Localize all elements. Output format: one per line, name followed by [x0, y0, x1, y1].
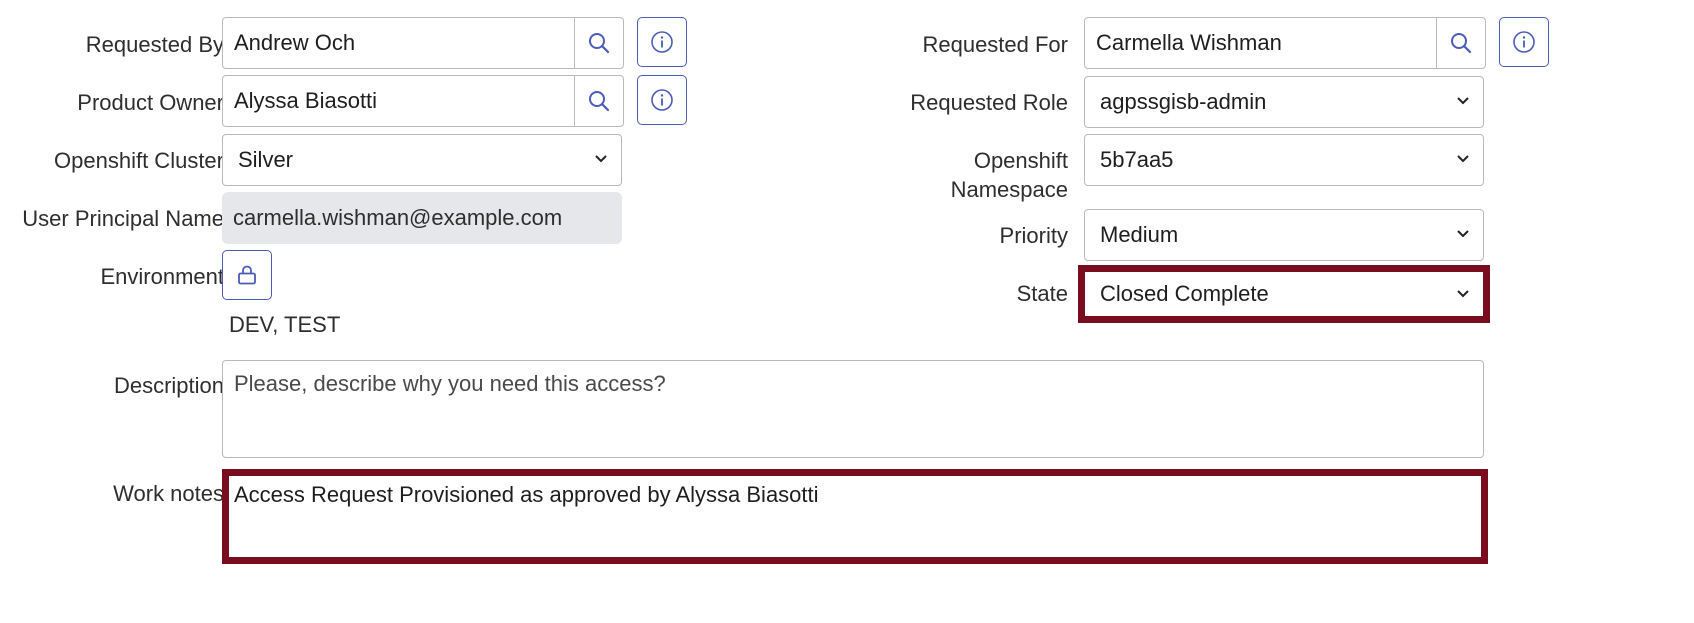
product-owner-label: Product Owner: [77, 90, 224, 115]
environment-value: DEV, TEST: [229, 312, 341, 337]
environment-label: Environment: [100, 264, 224, 289]
openshift-namespace-label: Openshift Namespace: [950, 148, 1068, 202]
state-label: State: [1016, 281, 1068, 306]
product-owner-input[interactable]: Alyssa Biasotti: [222, 75, 576, 127]
info-icon: [651, 31, 673, 53]
description-label: Description: [113, 373, 224, 398]
state-value: Closed Complete: [1100, 281, 1269, 306]
search-icon: [1451, 33, 1472, 54]
work-notes-value: Access Request Provisioned as approved b…: [234, 482, 819, 507]
requested-role-value: agpssgisb-admin: [1100, 89, 1267, 114]
openshift-namespace-value: 5b7aa5: [1100, 147, 1174, 172]
requested-for-info-button[interactable]: [1499, 17, 1549, 67]
search-icon: [589, 91, 610, 112]
openshift-namespace-select[interactable]: 5b7aa5: [1084, 134, 1484, 186]
chevron-down-icon: [1457, 155, 1469, 163]
work-notes-label: Work notes: [113, 481, 224, 506]
description-textarea[interactable]: Please, describe why you need this acces…: [222, 360, 1484, 458]
requested-for-label: Requested For: [922, 32, 1068, 57]
requested-by-lookup-button[interactable]: [574, 17, 624, 69]
chevron-down-icon: [1457, 97, 1469, 105]
user-principal-name-field: carmella.wishman@example.com: [222, 192, 622, 244]
product-owner-lookup-button[interactable]: [574, 75, 624, 127]
user-principal-name-label: User Principal Name: [22, 206, 224, 231]
chevron-down-icon: [1457, 230, 1469, 238]
search-icon: [589, 33, 610, 54]
description-placeholder: Please, describe why you need this acces…: [234, 371, 666, 396]
openshift-cluster-select[interactable]: Silver: [222, 134, 622, 186]
state-select[interactable]: Closed Complete: [1078, 265, 1490, 323]
work-notes-textarea[interactable]: Access Request Provisioned as approved b…: [222, 469, 1488, 564]
requested-for-lookup-button[interactable]: [1436, 17, 1486, 69]
priority-value: Medium: [1100, 222, 1179, 247]
priority-label: Priority: [999, 223, 1068, 248]
priority-select[interactable]: Medium: [1084, 209, 1484, 261]
chevron-down-icon: [1457, 290, 1469, 298]
requested-role-label: Requested Role: [910, 90, 1068, 115]
requested-by-label: Requested By: [85, 32, 224, 57]
requested-by-info-button[interactable]: [637, 17, 687, 67]
requested-for-input[interactable]: Carmella Wishman: [1084, 17, 1438, 69]
product-owner-info-button[interactable]: [637, 75, 687, 125]
requested-by-input[interactable]: Andrew Och: [222, 17, 576, 69]
environment-lock-button[interactable]: [222, 250, 272, 300]
info-icon: [1513, 31, 1535, 53]
openshift-cluster-label: Openshift Cluster: [54, 148, 224, 173]
info-icon: [651, 89, 673, 111]
chevron-down-icon: [595, 155, 607, 163]
openshift-cluster-value: Silver: [238, 147, 294, 172]
lock-icon: [238, 265, 256, 285]
requested-role-select[interactable]: agpssgisb-admin: [1084, 76, 1484, 128]
